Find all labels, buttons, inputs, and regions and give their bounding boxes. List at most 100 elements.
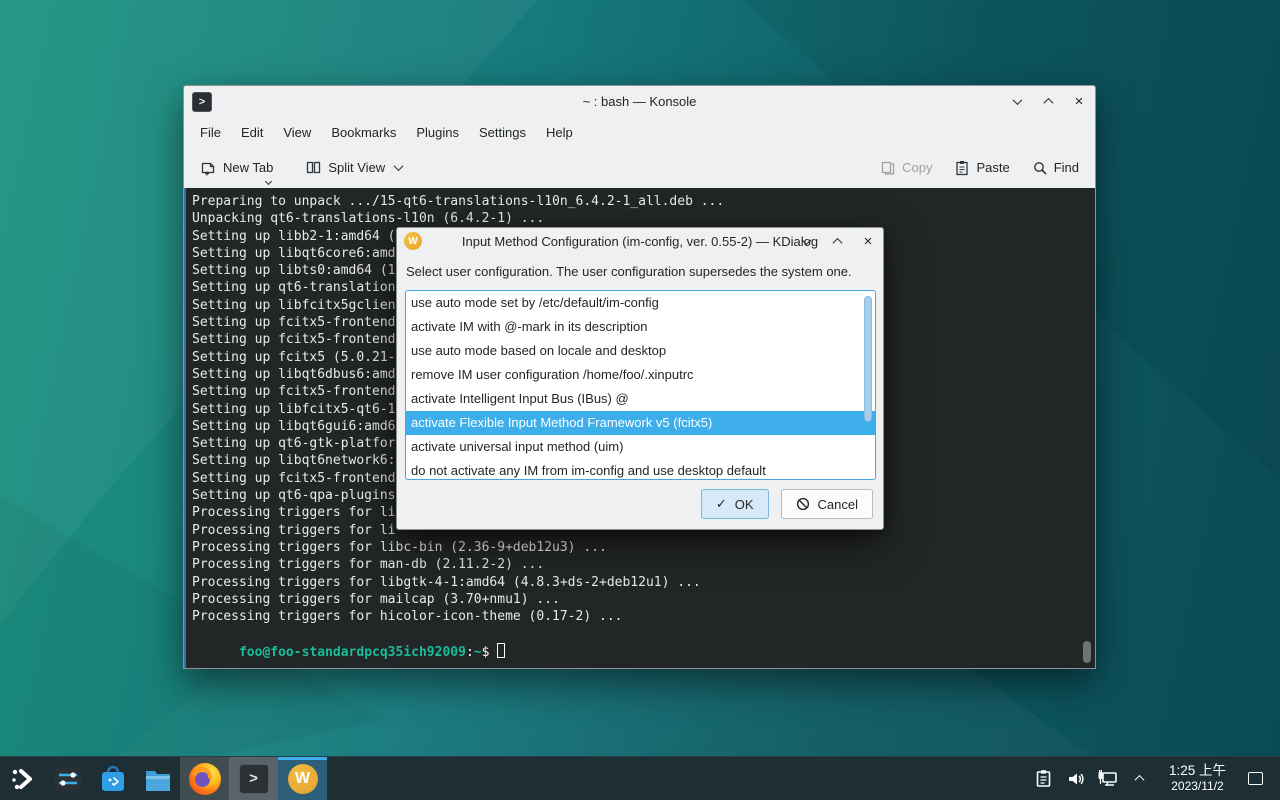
im-config-task-icon: W (288, 764, 318, 794)
im-list-item[interactable]: activate IM with @-mark in its descripti… (406, 315, 875, 339)
split-view-button[interactable]: Split View (299, 153, 408, 182)
folder-icon (143, 764, 173, 794)
dialog-titlebar[interactable]: Input Method Configuration (im-config, v… (397, 228, 883, 254)
terminal-line: Processing triggers for libgtk-4-1:amd64… (192, 574, 1095, 591)
minimize-icon (1012, 95, 1022, 105)
cancel-icon (796, 497, 810, 511)
paste-label: Paste (976, 160, 1009, 175)
dialog-close-button[interactable]: × (860, 233, 876, 249)
maximize-button[interactable] (1040, 94, 1056, 110)
clock-time: 1:25 上午 (1169, 763, 1226, 780)
cancel-button[interactable]: Cancel (781, 489, 873, 519)
terminal-cursor (497, 643, 505, 658)
clipboard-tray-icon[interactable] (1031, 766, 1057, 792)
im-list-item[interactable]: activate Intelligent Input Bus (IBus) @ (406, 387, 875, 411)
terminal-scrollbar[interactable] (1083, 641, 1091, 663)
prompt-symbol: $ (482, 645, 490, 660)
chevron-up-icon (1135, 775, 1145, 785)
im-list-item[interactable]: use auto mode based on locale and deskto… (406, 339, 875, 363)
split-view-icon (305, 159, 322, 176)
firefox-icon (189, 763, 221, 795)
terminal-prompt-line: foo@foo-standardpcq35ich92009:~$ (192, 625, 1095, 668)
paste-icon (954, 160, 970, 176)
show-desktop-icon (1248, 772, 1263, 785)
terminal-line: Preparing to unpack .../15-qt6-translati… (192, 193, 1095, 210)
copy-label: Copy (902, 160, 932, 175)
close-icon: × (1075, 94, 1084, 109)
find-icon (1032, 160, 1048, 176)
maximize-icon (832, 237, 842, 247)
taskbar-task-firefox[interactable] (180, 757, 229, 800)
im-config-dialog: Input Method Configuration (im-config, v… (396, 227, 884, 530)
system-settings-button[interactable] (45, 757, 90, 800)
taskbar-task-konsole[interactable]: > (229, 757, 278, 800)
cancel-label: Cancel (818, 497, 858, 512)
terminal-line: Processing triggers for man-db (2.11.2-2… (192, 556, 1095, 573)
dialog-instruction-label: Select user configuration. The user conf… (397, 254, 883, 287)
application-launcher-button[interactable] (0, 757, 45, 800)
split-view-label: Split View (328, 160, 385, 175)
new-tab-dropdown-icon (265, 178, 272, 185)
minimize-icon (801, 235, 811, 245)
discover-icon (98, 764, 128, 794)
im-list-item[interactable]: use auto mode set by /etc/default/im-con… (406, 291, 875, 315)
menu-item[interactable]: Settings (469, 120, 536, 145)
file-manager-button[interactable] (135, 757, 180, 800)
im-list-item[interactable]: activate Flexible Input Method Framework… (406, 411, 875, 435)
check-icon: ✓ (716, 496, 727, 512)
new-tab-label: New Tab (223, 160, 273, 175)
copy-icon (880, 160, 896, 176)
terminal-line: Processing triggers for hicolor-icon-the… (192, 608, 1095, 625)
discover-button[interactable] (90, 757, 135, 800)
konsole-icon: > (239, 764, 269, 794)
dialog-minimize-button[interactable] (798, 233, 814, 249)
terminal-line: Unpacking qt6-translations-l10n (6.4.2-1… (192, 210, 1095, 227)
im-list-rows: use auto mode set by /etc/default/im-con… (406, 291, 875, 480)
menu-item[interactable]: Bookmarks (321, 120, 406, 145)
taskbar-task-im-config[interactable]: W (278, 757, 327, 800)
prompt-separator: : (466, 645, 474, 660)
konsole-toolbar: New Tab Split View Copy (184, 147, 1095, 188)
ok-label: OK (735, 497, 754, 512)
terminal-line: Processing triggers for mailcap (3.70+nm… (192, 591, 1095, 608)
ok-button[interactable]: ✓ OK (701, 489, 769, 519)
show-desktop-button[interactable] (1242, 763, 1268, 795)
menu-item[interactable]: Plugins (406, 120, 469, 145)
im-list-item[interactable]: activate universal input method (uim) (406, 435, 875, 459)
menu-item[interactable]: Help (536, 120, 583, 145)
terminal-line: Processing triggers for libc-bin (2.36-9… (192, 539, 1095, 556)
im-list-item[interactable]: remove IM user configuration /home/foo/.… (406, 363, 875, 387)
close-button[interactable]: × (1071, 94, 1087, 110)
system-settings-icon (53, 764, 83, 794)
konsole-window-title: ~ : bash — Konsole (184, 94, 1095, 109)
konsole-titlebar[interactable]: ~ : bash — Konsole > × (184, 86, 1095, 117)
copy-button[interactable]: Copy (874, 154, 938, 182)
network-tray-icon[interactable] (1095, 766, 1121, 792)
volume-tray-icon[interactable] (1063, 766, 1089, 792)
menu-item[interactable]: Edit (231, 120, 273, 145)
application-launcher-icon (8, 764, 38, 794)
minimize-button[interactable] (1009, 94, 1025, 110)
menu-item[interactable]: View (273, 120, 321, 145)
maximize-icon (1043, 98, 1053, 108)
new-tab-icon (200, 159, 217, 176)
digital-clock[interactable]: 1:25 上午 2023/11/2 (1159, 763, 1236, 795)
list-scrollbar-thumb[interactable] (864, 296, 872, 422)
konsole-window-icon: > (192, 92, 212, 112)
dialog-maximize-button[interactable] (829, 233, 845, 249)
prompt-user-host: foo@foo-standardpcq35ich92009 (239, 645, 466, 660)
find-button[interactable]: Find (1026, 154, 1085, 182)
im-config-icon: W (404, 232, 422, 250)
clock-date: 2023/11/2 (1169, 779, 1226, 794)
menu-item[interactable]: File (190, 120, 231, 145)
new-tab-button[interactable]: New Tab (194, 153, 279, 182)
tray-expander-button[interactable] (1127, 766, 1153, 792)
konsole-menubar: File Edit View Bookmarks Plugins Setting… (184, 117, 1095, 147)
im-list-item[interactable]: do not activate any IM from im-config an… (406, 459, 875, 480)
im-method-list[interactable]: use auto mode set by /etc/default/im-con… (405, 290, 876, 480)
system-tray: 1:25 上午 2023/11/2 (1031, 757, 1280, 800)
taskbar-panel: > W (0, 756, 1280, 800)
prompt-path: ~ (474, 645, 482, 660)
close-icon: × (864, 234, 873, 249)
paste-button[interactable]: Paste (948, 154, 1015, 182)
